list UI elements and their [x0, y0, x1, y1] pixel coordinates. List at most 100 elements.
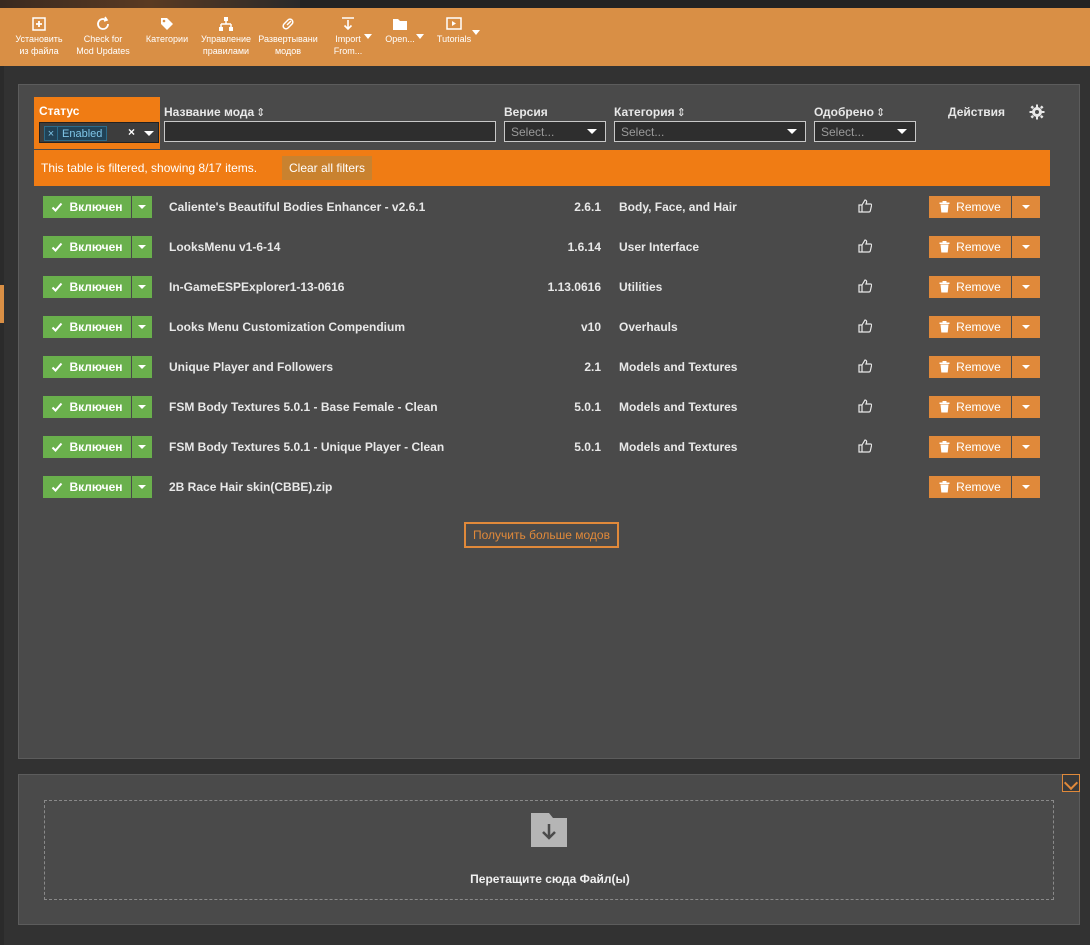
remove-dropdown-button[interactable] [1012, 196, 1040, 218]
remove-dropdown-button[interactable] [1012, 436, 1040, 458]
enabled-button[interactable]: Включен [43, 316, 131, 338]
enabled-toggle: Включен [43, 196, 153, 218]
endorsed-column-header[interactable]: Одобрено ⇕ [814, 105, 885, 119]
mod-version: 1.13.0616 [547, 280, 601, 294]
category-column-header[interactable]: Категория ⇕ [614, 105, 686, 119]
enabled-button[interactable]: Включен [43, 236, 131, 258]
open-button[interactable]: Open... [374, 8, 426, 66]
status-filter[interactable]: × Enabled × [39, 122, 159, 143]
mod-category: Body, Face, and Hair [619, 200, 737, 214]
enabled-dropdown-button[interactable] [132, 476, 152, 498]
mod-version: 1.6.14 [567, 240, 601, 254]
remove-dropdown-button[interactable] [1012, 356, 1040, 378]
table-row[interactable]: Включен In-GameESPExplorer1-13-0616 1.13.0… [19, 266, 1079, 306]
thumbs-up-icon[interactable] [858, 439, 872, 453]
manage-rules-button[interactable]: Управление правилами [198, 8, 254, 66]
remove-button[interactable]: Remove [929, 276, 1011, 298]
table-row[interactable]: Включен FSM Body Textures 5.0.1 - Base Fe… [19, 386, 1079, 426]
enabled-dropdown-button[interactable] [132, 236, 152, 258]
thumbs-up-icon[interactable] [858, 279, 872, 293]
status-header-label: Статус [39, 104, 80, 118]
enabled-button[interactable]: Включен [43, 356, 131, 378]
enabled-button[interactable]: Включен [43, 276, 131, 298]
toolbar-line1: Установить [15, 34, 63, 44]
table-row[interactable]: Включен 2B Race Hair skin(CBBE).zip Remove [19, 466, 1079, 506]
endorsed-filter-select[interactable]: Select... [814, 121, 916, 142]
remove-label: Remove [956, 440, 1001, 454]
remove-label: Remove [956, 240, 1001, 254]
name-filter-input[interactable] [164, 121, 496, 142]
toolbar-line2: Mod Updates [76, 46, 130, 56]
chevron-down-icon[interactable] [144, 131, 154, 136]
enabled-dropdown-button[interactable] [132, 196, 152, 218]
actions-column-header: Действия [948, 105, 1005, 119]
tutorials-button[interactable]: Tutorials [426, 8, 482, 66]
side-indicator [0, 285, 4, 323]
clear-filter-icon[interactable]: × [128, 125, 135, 139]
import-from-button[interactable]: Import From... [322, 8, 374, 66]
remove-control: Remove [929, 276, 1041, 298]
drop-zone-text: Перетащите сюда Файл(ы) [470, 872, 630, 886]
clear-all-filters-button[interactable]: Clear all filters [282, 156, 373, 180]
thumbs-up-icon[interactable] [858, 199, 872, 213]
remove-dropdown-button[interactable] [1012, 316, 1040, 338]
table-row[interactable]: Включен LooksMenu v1-6-14 1.6.14 User Inter… [19, 226, 1079, 266]
remove-button[interactable]: Remove [929, 196, 1011, 218]
thumbs-up-icon[interactable] [858, 319, 872, 333]
trash-icon [939, 321, 950, 333]
sort-icon: ⇕ [875, 107, 886, 119]
toolbar-line1: Check for [83, 34, 123, 44]
version-filter-select[interactable]: Select... [504, 121, 606, 142]
tag-remove-icon[interactable]: × [44, 126, 58, 141]
table-row[interactable]: Включен Looks Menu Customization Compendi… [19, 306, 1079, 346]
collapse-drop-zone-button[interactable] [1062, 774, 1080, 792]
deploy-mods-button[interactable]: Развертывани модов [254, 8, 322, 66]
remove-button[interactable]: Remove [929, 396, 1011, 418]
thumbs-up-icon[interactable] [858, 399, 872, 413]
gear-icon[interactable] [1029, 104, 1045, 120]
drop-zone[interactable]: Перетащите сюда Файл(ы) [44, 800, 1054, 900]
enabled-dropdown-button[interactable] [132, 436, 152, 458]
enabled-label: Включен [69, 280, 123, 294]
enabled-dropdown-button[interactable] [132, 356, 152, 378]
install-from-file-button[interactable]: Установить из файла [8, 8, 70, 66]
enabled-toggle: Включен [43, 476, 153, 498]
enabled-button[interactable]: Включен [43, 396, 131, 418]
remove-button[interactable]: Remove [929, 436, 1011, 458]
toolbar-line2: из файла [19, 46, 59, 56]
get-more-mods-button[interactable]: Получить больше модов [464, 522, 619, 548]
enabled-button[interactable]: Включен [43, 436, 131, 458]
enabled-button[interactable]: Включен [43, 476, 131, 498]
mod-version: 2.1 [584, 360, 601, 374]
sort-icon: ⇕ [676, 107, 686, 119]
table-row[interactable]: Включен FSM Body Textures 5.0.1 - Unique … [19, 426, 1079, 466]
check-icon [52, 322, 63, 332]
enabled-button[interactable]: Включен [43, 196, 131, 218]
category-filter-select[interactable]: Select... [614, 121, 806, 142]
remove-dropdown-button[interactable] [1012, 396, 1040, 418]
table-row[interactable]: Включен Caliente's Beautiful Bodies Enhan… [19, 186, 1079, 226]
mod-name: In-GameESPExplorer1-13-0616 [169, 280, 345, 294]
remove-control: Remove [929, 396, 1041, 418]
remove-dropdown-button[interactable] [1012, 236, 1040, 258]
enabled-dropdown-button[interactable] [132, 316, 152, 338]
remove-label: Remove [956, 280, 1001, 294]
remove-button[interactable]: Remove [929, 316, 1011, 338]
remove-button[interactable]: Remove [929, 236, 1011, 258]
mod-name: 2B Race Hair skin(CBBE).zip [169, 480, 333, 494]
thumbs-up-icon[interactable] [858, 359, 872, 373]
categories-button[interactable]: Категории [136, 8, 198, 66]
table-row[interactable]: Включен Unique Player and Followers 2.1 Mod… [19, 346, 1079, 386]
toolbar-line1: Import [335, 34, 361, 44]
remove-button[interactable]: Remove [929, 356, 1011, 378]
check-for-updates-button[interactable]: Check for Mod Updates [70, 8, 136, 66]
remove-dropdown-button[interactable] [1012, 276, 1040, 298]
check-icon [52, 242, 63, 252]
name-column-header[interactable]: Название мода ⇕ [164, 105, 265, 119]
enabled-dropdown-button[interactable] [132, 276, 152, 298]
remove-button[interactable]: Remove [929, 476, 1011, 498]
remove-dropdown-button[interactable] [1012, 476, 1040, 498]
enabled-dropdown-button[interactable] [132, 396, 152, 418]
sort-icon: ⇕ [256, 107, 266, 119]
thumbs-up-icon[interactable] [858, 239, 872, 253]
